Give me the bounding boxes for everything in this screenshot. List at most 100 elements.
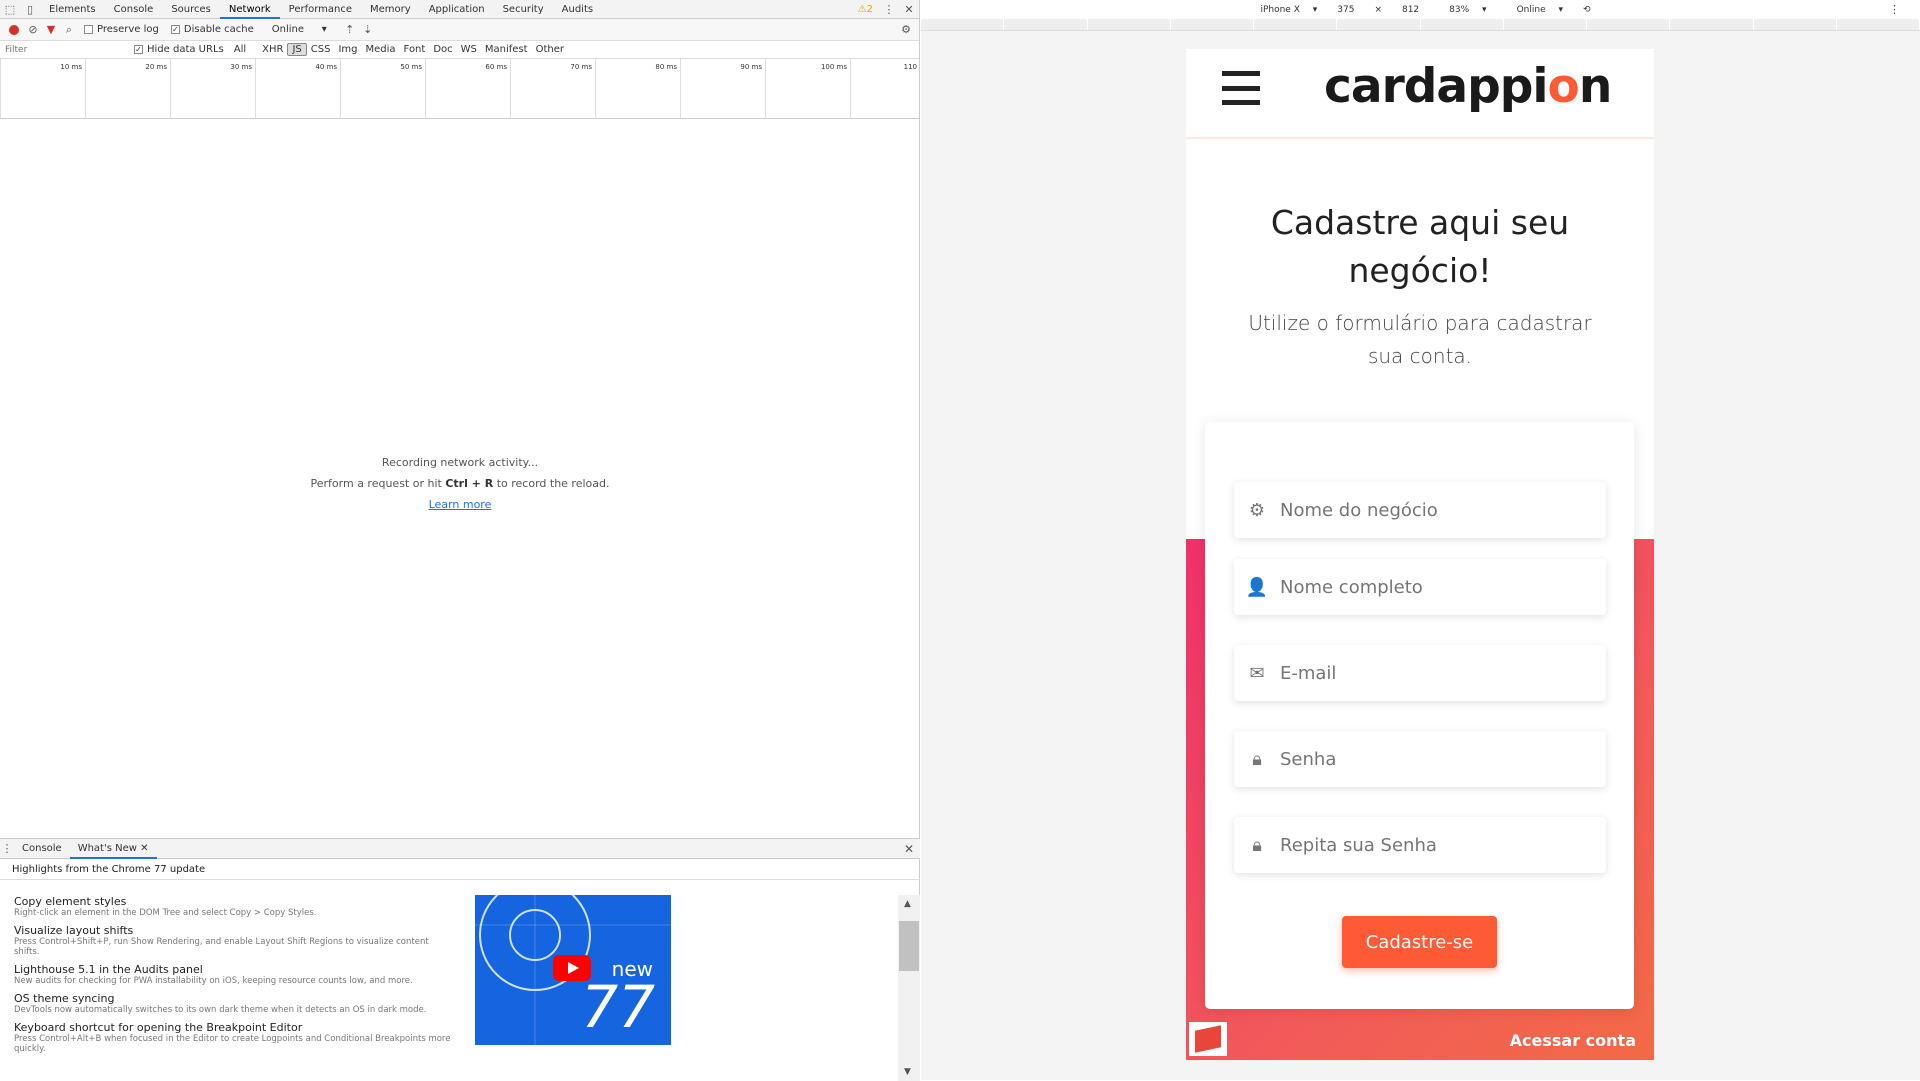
filter-type-other[interactable]: Other: [532, 44, 568, 55]
password-field[interactable]: 🔒︎: [1234, 731, 1606, 787]
scroll-down-icon[interactable]: ▼: [904, 1067, 911, 1077]
login-link[interactable]: Acessar conta: [1510, 1031, 1636, 1050]
import-har-icon[interactable]: ⇡: [341, 23, 359, 36]
filter-type-js[interactable]: JS: [287, 43, 307, 56]
list-item[interactable]: Keyboard shortcut for opening the Breakp…: [14, 1021, 454, 1054]
devtools-drawer: ⋮ Console What's New ✕ ✕ Highlights from…: [0, 838, 920, 1081]
drawer-tab-console[interactable]: Console: [14, 839, 70, 859]
disable-cache-checkbox[interactable]: ✓ Disable cache: [170, 24, 254, 35]
record-icon[interactable]: [9, 24, 19, 35]
export-har-icon[interactable]: ⇣: [359, 23, 377, 36]
media-query-ruler[interactable]: [921, 19, 1920, 31]
checkbox-checked-icon: ✓: [170, 25, 180, 34]
inspect-element-icon[interactable]: ⬚: [0, 0, 20, 19]
device-height[interactable]: 812: [1402, 5, 1419, 15]
site-logo[interactable]: cardappion: [1324, 59, 1612, 114]
learn-more-link[interactable]: Learn more: [429, 498, 492, 511]
business-name-input[interactable]: [1280, 499, 1580, 521]
full-name-input[interactable]: [1280, 576, 1580, 598]
timeline-tick: 110: [850, 59, 920, 119]
filter-type-xhr[interactable]: XHR: [258, 44, 287, 55]
throttle-value: Online: [271, 24, 305, 35]
filter-type-manifest[interactable]: Manifest: [481, 44, 532, 55]
filter-type-css[interactable]: CSS: [307, 44, 335, 55]
checkbox-unchecked-icon: [84, 25, 93, 34]
whats-new-video-thumbnail[interactable]: new 77: [475, 895, 671, 1045]
close-icon[interactable]: ✕: [899, 0, 919, 19]
tab-performance[interactable]: Performance: [280, 0, 361, 19]
email-field[interactable]: ✉: [1234, 645, 1606, 701]
preserve-log-checkbox[interactable]: Preserve log: [84, 24, 159, 35]
warning-badge[interactable]: ⚠2: [852, 4, 879, 15]
hide-data-urls-checkbox[interactable]: ✓ Hide data URLs: [134, 44, 224, 55]
lock-icon: 🔒︎: [1252, 748, 1262, 770]
scrollbar-thumb[interactable]: [899, 921, 919, 971]
clear-icon[interactable]: ⊘: [24, 23, 42, 36]
tab-elements[interactable]: Elements: [40, 0, 105, 19]
repeat-password-input[interactable]: [1280, 834, 1580, 856]
reload-hint: Perform a request or hit Ctrl + R to rec…: [310, 477, 610, 490]
tab-memory[interactable]: Memory: [361, 0, 420, 19]
list-item[interactable]: Visualize layout shifts Press Control+Shi…: [14, 924, 454, 957]
rotate-icon[interactable]: ⟲: [1583, 5, 1591, 15]
device-toolbar-icon[interactable]: ▯: [20, 0, 40, 19]
timeline-tick: 60 ms: [425, 59, 510, 119]
drawer-tab-whats-new[interactable]: What's New ✕: [69, 839, 157, 859]
tab-sources[interactable]: Sources: [162, 0, 220, 19]
email-input[interactable]: [1280, 662, 1580, 684]
tab-application[interactable]: Application: [420, 0, 494, 19]
shortcut-key: Ctrl + R: [445, 477, 494, 490]
filter-input[interactable]: [0, 41, 128, 58]
tab-security[interactable]: Security: [494, 0, 553, 19]
filter-type-font[interactable]: Font: [400, 44, 430, 55]
repeat-password-field[interactable]: 🔒︎: [1234, 817, 1606, 873]
timeline-tick: 80 ms: [595, 59, 680, 119]
play-icon[interactable]: [553, 955, 591, 981]
business-name-field[interactable]: ⚙: [1234, 482, 1606, 538]
throttle-select[interactable]: Online ▾: [272, 24, 327, 35]
filter-type-img[interactable]: Img: [334, 44, 361, 55]
filter-type-doc[interactable]: Doc: [429, 44, 456, 55]
full-name-field[interactable]: 👤: [1234, 559, 1606, 615]
device-select[interactable]: iPhone X ▾: [1250, 5, 1317, 15]
device-toolbar: iPhone X ▾ 375 × 812 83% ▾ Online ▾ ⟲ ⋮: [921, 0, 1920, 19]
site-header: cardappion: [1186, 49, 1654, 139]
corner-badge-icon[interactable]: [1189, 1022, 1227, 1056]
filter-type-media[interactable]: Media: [362, 44, 400, 55]
filter-type-ws[interactable]: WS: [457, 44, 481, 55]
device-width[interactable]: 375: [1337, 5, 1354, 15]
multiply-icon: ×: [1374, 4, 1382, 15]
tab-audits[interactable]: Audits: [553, 0, 602, 19]
list-item[interactable]: OS theme syncing DevTools now automatical…: [14, 992, 454, 1015]
network-select[interactable]: Online ▾: [1507, 5, 1563, 15]
tab-network[interactable]: Network: [219, 0, 280, 19]
close-tab-icon[interactable]: ✕: [140, 843, 148, 854]
close-drawer-icon[interactable]: ✕: [904, 839, 914, 859]
hide-data-urls-label: Hide data URLs: [147, 44, 224, 55]
filter-icon[interactable]: ▼: [42, 23, 60, 36]
signup-button[interactable]: Cadastre-se: [1342, 916, 1497, 968]
list-item[interactable]: Lighthouse 5.1 in the Audits panel New au…: [14, 963, 454, 986]
user-icon: 👤: [1245, 576, 1269, 598]
hamburger-menu-icon[interactable]: [1222, 71, 1260, 105]
filter-bar: ✓ Hide data URLs All XHR JS CSS Img Media…: [0, 41, 919, 59]
whats-new-heading: Highlights from the Chrome 77 update: [0, 859, 920, 880]
zoom-select[interactable]: 83% ▾: [1439, 5, 1486, 15]
more-options-icon[interactable]: ⋮: [879, 0, 899, 19]
list-item[interactable]: Copy element styles Right-click an elemen…: [14, 895, 454, 918]
more-options-icon[interactable]: ⋮: [1889, 3, 1900, 16]
scroll-up-icon[interactable]: ▲: [904, 899, 911, 909]
gear-icon: ⚙: [1248, 499, 1266, 521]
drawer-scrollbar[interactable]: ▲ ▼: [898, 895, 920, 1081]
filter-type-all[interactable]: All: [230, 44, 250, 55]
checkbox-checked-icon: ✓: [134, 45, 143, 54]
tab-console[interactable]: Console: [105, 0, 163, 19]
network-toolbar: ⊘ ▼ ⌕ Preserve log ✓ Disable cache Online…: [0, 19, 919, 41]
preserve-log-label: Preserve log: [97, 24, 159, 35]
settings-icon[interactable]: ⚙: [897, 23, 915, 36]
drawer-menu-icon[interactable]: ⋮: [0, 839, 14, 858]
network-timeline-overview[interactable]: 10 ms 20 ms 30 ms 40 ms 50 ms 60 ms 70 m…: [0, 59, 919, 119]
timeline-tick: 70 ms: [510, 59, 595, 119]
password-input[interactable]: [1280, 748, 1580, 770]
search-icon[interactable]: ⌕: [60, 23, 78, 37]
